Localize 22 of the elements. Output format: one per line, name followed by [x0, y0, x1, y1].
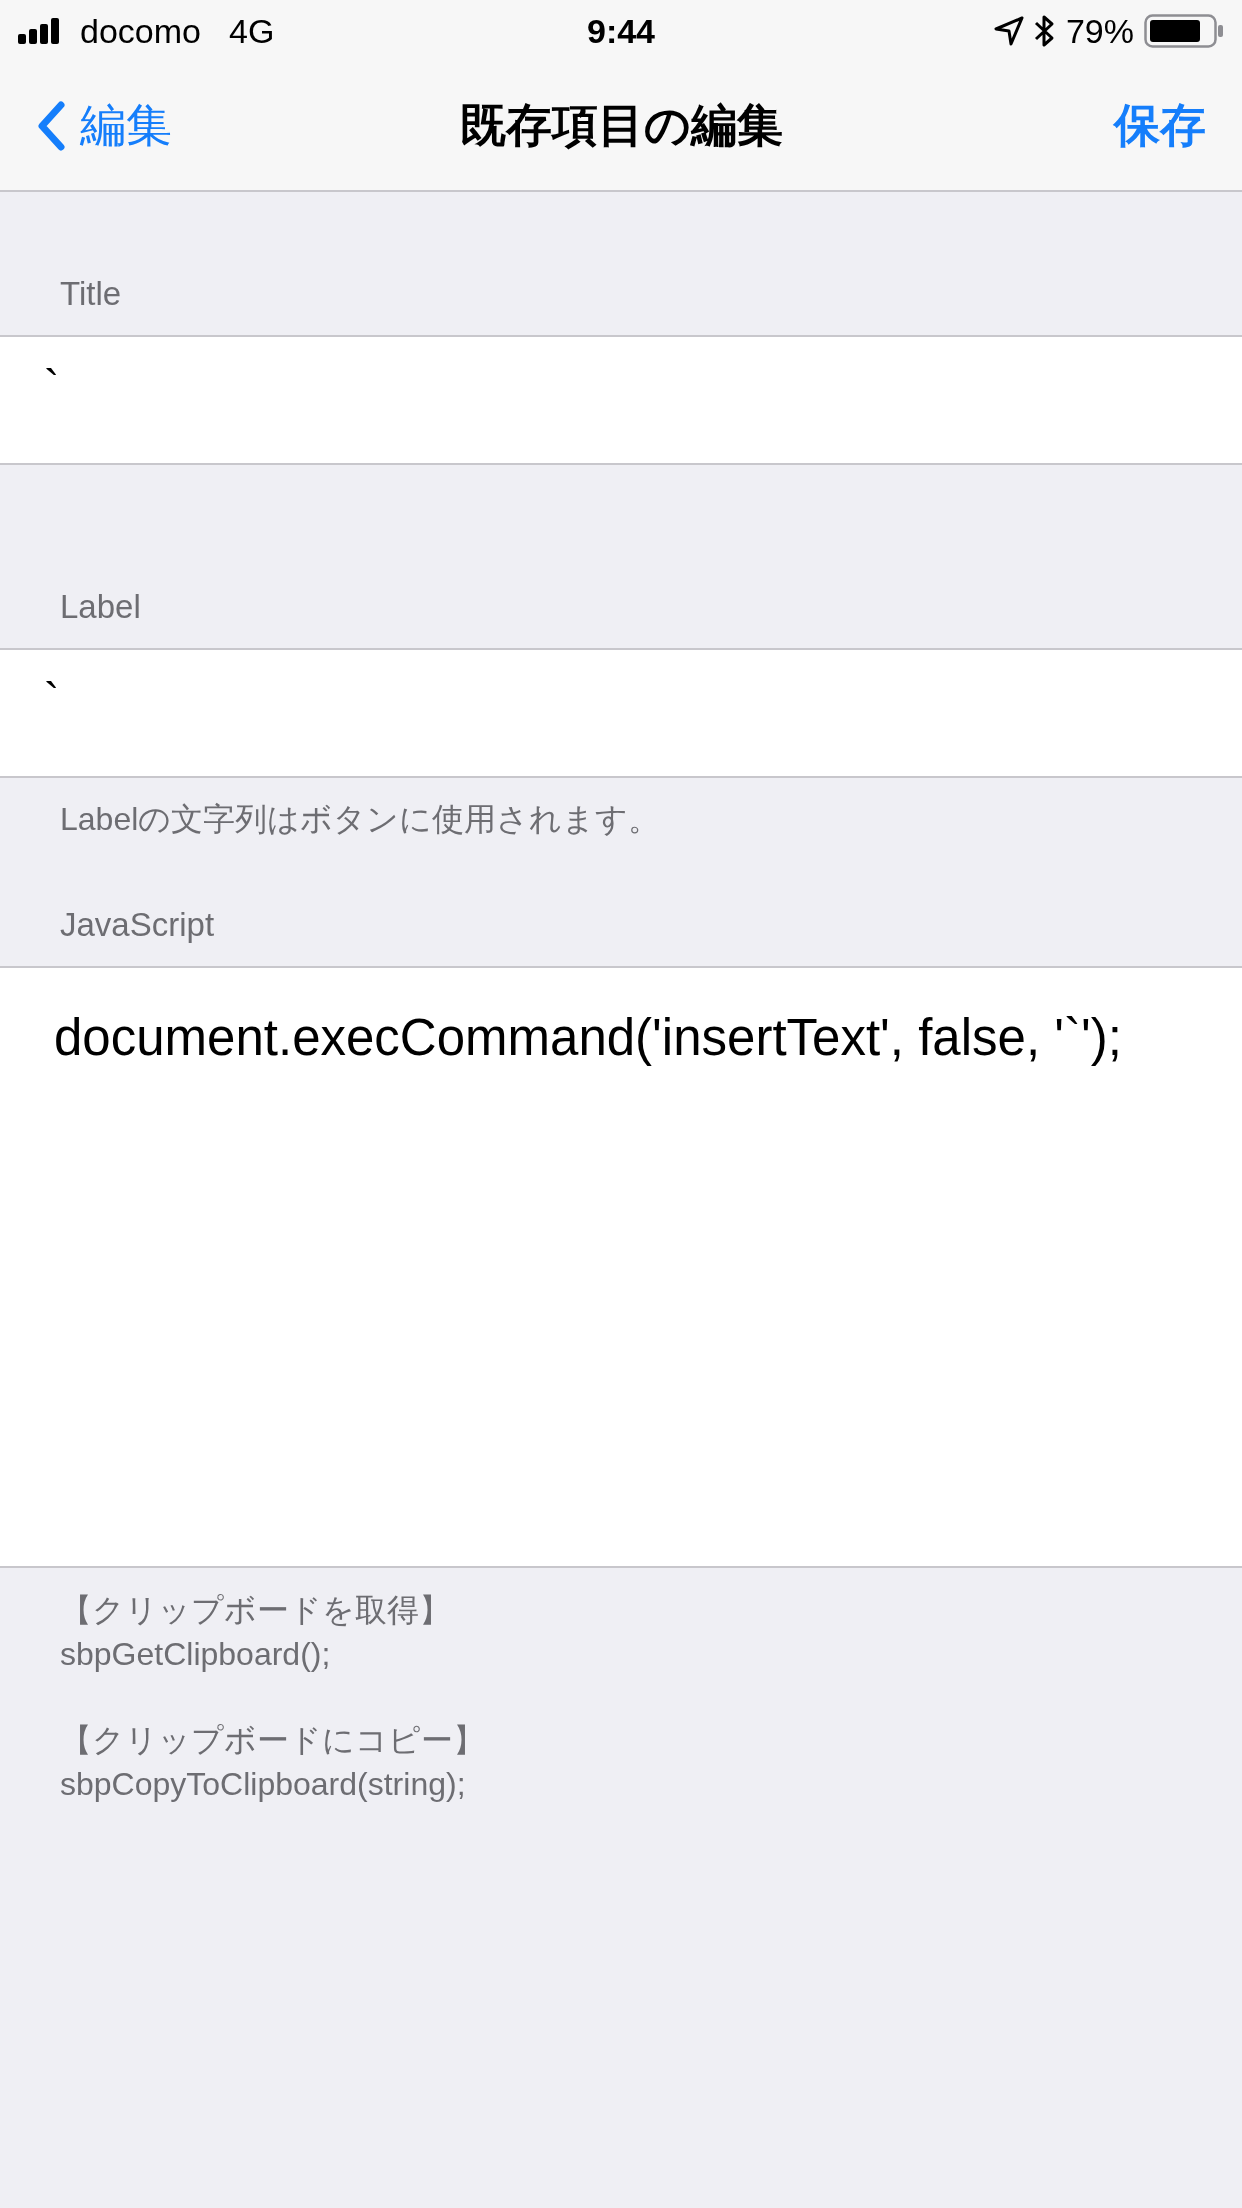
battery-percent: 79% [1065, 11, 1134, 51]
carrier-name: docomo [80, 11, 201, 51]
save-button[interactable]: 保存 [1114, 95, 1206, 157]
note-code: sbpCopyToClipboard(string); [60, 1765, 467, 1804]
location-arrow-icon [993, 16, 1024, 46]
back-button[interactable]: 編集 [36, 95, 172, 157]
section-header: Title [60, 275, 122, 313]
script-field[interactable]: document.execCommand('insertText', false, '`'); [54, 1008, 1222, 1067]
note-heading: 【クリップボードにコピー】 [60, 1721, 486, 1760]
nav-title: 既存項目の編集 [459, 98, 783, 153]
chevron-left-icon [36, 101, 66, 151]
bluetooth-icon [1033, 14, 1056, 48]
note-heading: 【クリップボードを取得】 [60, 1591, 452, 1630]
note-code: sbpGetClipboard(); [60, 1635, 332, 1674]
section-footer: Labelの文字列はボタンに使用されます。 [60, 801, 661, 837]
text-field[interactable]: ` [0, 337, 1242, 465]
section-header: JavaScript [60, 906, 215, 944]
network-type: 4G [228, 11, 275, 51]
battery-icon [1144, 14, 1224, 48]
section-header: Label [60, 588, 141, 626]
text-field[interactable]: ` [0, 650, 1242, 778]
status-time: 9:44 [586, 11, 656, 51]
